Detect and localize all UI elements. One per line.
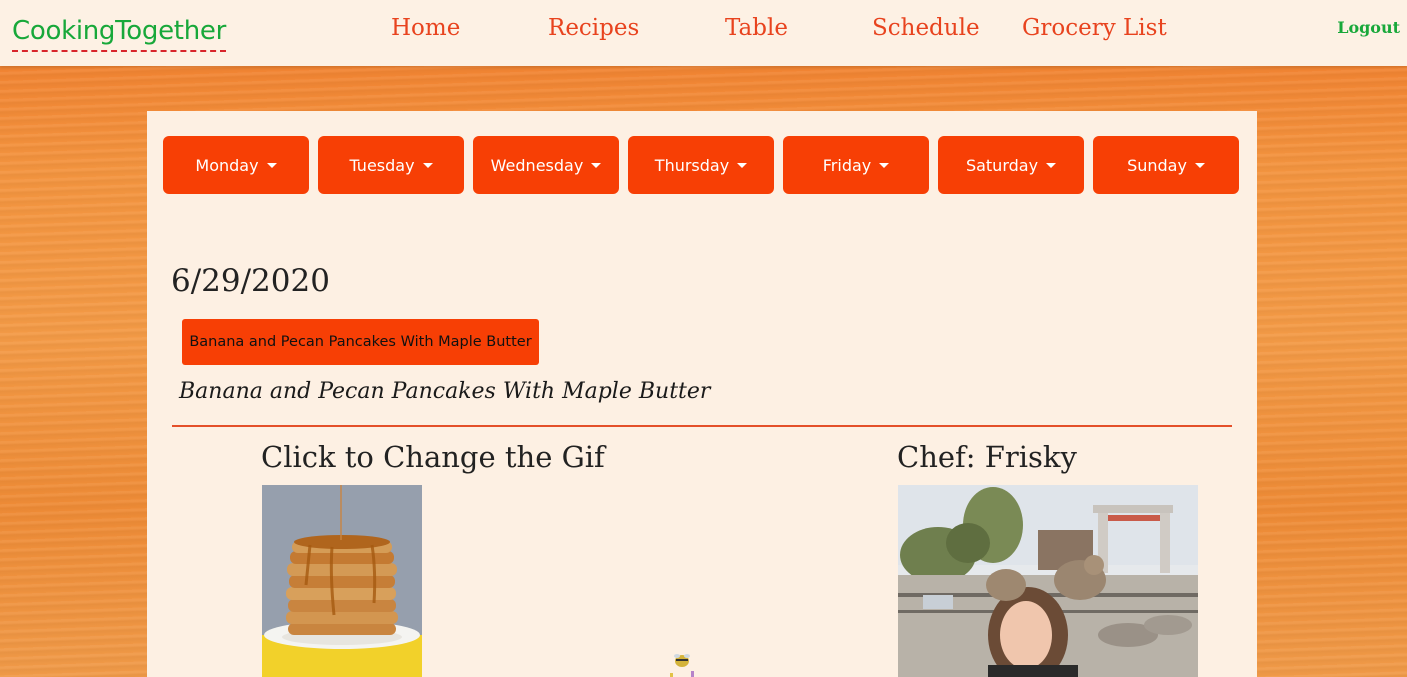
- chef-photo: [898, 485, 1198, 677]
- logout-link[interactable]: Logout: [1337, 17, 1400, 39]
- nav-link-schedule[interactable]: Schedule: [872, 12, 980, 44]
- recipe-title: Banana and Pecan Pancakes With Maple But…: [179, 379, 711, 404]
- section-divider: [172, 425, 1232, 427]
- caret-down-icon: [879, 162, 890, 168]
- day-label: Tuesday: [349, 155, 415, 175]
- pancake-stack-image: [262, 485, 422, 677]
- day-dropdown-monday[interactable]: Monday: [163, 136, 309, 194]
- day-label: Sunday: [1127, 155, 1187, 175]
- gif-heading: Click to Change the Gif: [261, 440, 605, 474]
- day-dropdown-wednesday[interactable]: Wednesday: [473, 136, 619, 194]
- day-dropdown-tuesday[interactable]: Tuesday: [318, 136, 464, 194]
- day-label: Wednesday: [490, 155, 584, 175]
- day-dropdown-friday[interactable]: Friday: [783, 136, 929, 194]
- caret-down-icon: [422, 162, 433, 168]
- schedule-date: 6/29/2020: [171, 263, 330, 299]
- caret-down-icon: [1194, 162, 1205, 168]
- nav-link-recipes[interactable]: Recipes: [548, 12, 639, 44]
- chef-heading: Chef: Frisky: [897, 440, 1077, 474]
- nav-link-table[interactable]: Table: [725, 12, 788, 44]
- day-dropdown-saturday[interactable]: Saturday: [938, 136, 1084, 194]
- caret-down-icon: [591, 162, 602, 168]
- day-dropdown-thursday[interactable]: Thursday: [628, 136, 774, 194]
- day-label: Monday: [195, 155, 259, 175]
- top-navbar: CookingTogether Home Recipes Table Sched…: [0, 0, 1407, 66]
- recipe-button[interactable]: Banana and Pecan Pancakes With Maple But…: [182, 319, 539, 365]
- recipe-gif-image[interactable]: [262, 485, 422, 677]
- schedule-card: Monday Tuesday Wednesday Thursday Friday…: [147, 111, 1257, 677]
- day-dropdown-sunday[interactable]: Sunday: [1093, 136, 1239, 194]
- nav-link-home[interactable]: Home: [391, 12, 460, 44]
- brand-logo[interactable]: CookingTogether: [12, 14, 226, 52]
- chef-photo-image: [898, 485, 1198, 677]
- bee-icon: [667, 653, 697, 677]
- caret-down-icon: [266, 162, 277, 168]
- caret-down-icon: [1046, 162, 1057, 168]
- caret-down-icon: [737, 162, 748, 168]
- nav-link-grocery-list[interactable]: Grocery List: [1022, 12, 1167, 44]
- day-label: Friday: [822, 155, 872, 175]
- day-label: Thursday: [654, 155, 730, 175]
- day-label: Saturday: [965, 155, 1039, 175]
